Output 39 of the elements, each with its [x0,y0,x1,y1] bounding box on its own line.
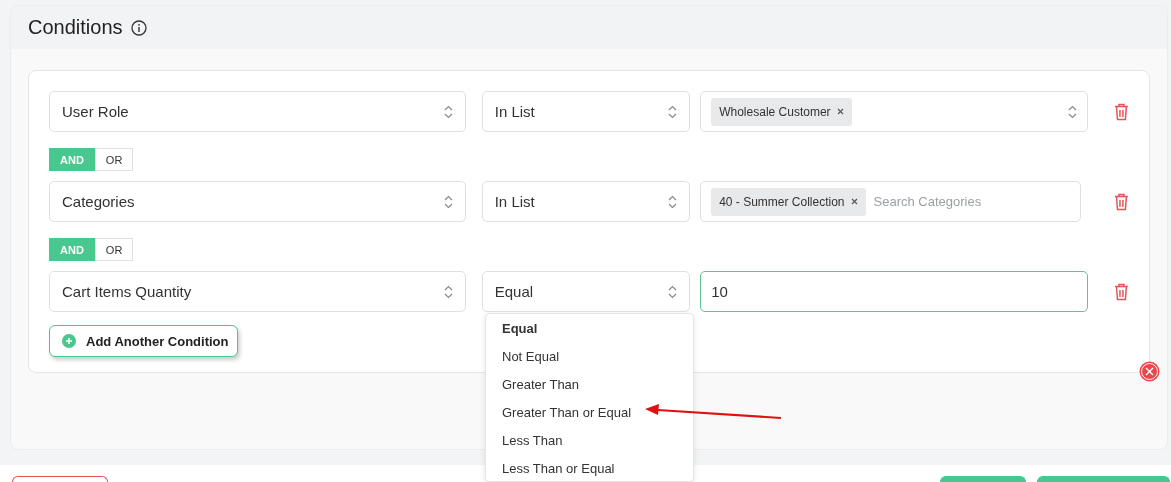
trash-icon[interactable] [1114,192,1129,211]
footer-button[interactable] [12,476,108,482]
dropdown-option[interactable]: Less Than [502,426,563,454]
dropdown-option[interactable]: Greater Than [502,370,580,398]
value-input[interactable]: 10 [700,271,1089,312]
value-select[interactable]: Wholesale Customer [700,91,1089,132]
chevron-icon [1068,104,1078,119]
chevron-icon [443,194,453,209]
chevron-icon [668,194,678,209]
tag: 40 - Summer Collection [711,187,866,216]
dropdown-option[interactable]: Equal [502,314,538,342]
dropdown-option[interactable]: Greater Than or Equal [502,398,632,426]
chevron-icon [668,284,678,299]
add-condition-button[interactable]: Add Another Condition [49,325,238,357]
tag: Wholesale Customer [711,97,852,126]
remove-icon[interactable] [850,198,858,205]
chevron-icon [443,104,453,119]
dropdown-option[interactable]: Less Than or Equal [502,454,615,481]
chevron-icon [443,284,453,299]
field-select[interactable]: Categories [49,181,466,222]
trash-icon[interactable] [1114,102,1129,121]
logic-toggle[interactable]: OR [94,238,134,261]
value-select[interactable]: 40 - Summer Collection Search Categories [700,181,1082,222]
chevron-icon [668,104,678,119]
section-title: Conditions [28,16,123,39]
operator-select[interactable]: Equal [481,271,691,312]
remove-icon[interactable] [836,108,844,115]
operator-select[interactable]: In List [481,181,691,222]
trash-icon[interactable] [1114,282,1129,301]
search-placeholder: Search Categories [873,194,982,209]
info-icon [130,19,147,36]
field-select[interactable]: User Role [49,91,466,132]
dropdown-option[interactable]: Not Equal [502,342,560,370]
plus-icon [62,334,76,348]
logic-toggle[interactable]: OR [94,148,134,171]
field-select[interactable]: Cart Items Quantity [49,271,466,312]
operator-select[interactable]: In List [481,91,691,132]
footer-button[interactable] [940,476,1026,482]
close-icon[interactable] [1139,361,1160,382]
